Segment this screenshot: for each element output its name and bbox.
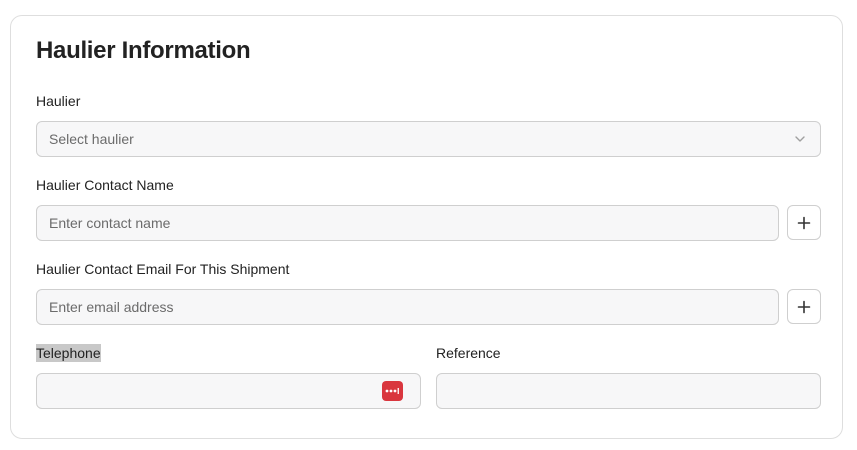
contact-email-placeholder: Enter email address bbox=[49, 299, 174, 315]
contact-name-placeholder: Enter contact name bbox=[49, 215, 171, 231]
telephone-label-text: Telephone bbox=[36, 344, 101, 362]
telephone-label: Telephone bbox=[36, 344, 101, 362]
add-contact-email-button[interactable] bbox=[787, 289, 821, 324]
contact-name-label: Haulier Contact Name bbox=[36, 177, 174, 193]
contact-email-input[interactable]: Enter email address bbox=[36, 289, 779, 325]
plus-icon bbox=[797, 300, 811, 313]
add-contact-name-button[interactable] bbox=[787, 205, 821, 240]
haulier-information-card: Haulier Information Haulier Select hauli… bbox=[10, 15, 843, 439]
telephone-input[interactable] bbox=[36, 373, 421, 409]
dots-glyph bbox=[385, 388, 399, 394]
contact-name-input[interactable]: Enter contact name bbox=[36, 205, 779, 241]
section-title: Haulier Information bbox=[36, 37, 251, 64]
reference-label: Reference bbox=[436, 345, 501, 361]
reference-input[interactable] bbox=[436, 373, 821, 409]
plus-icon bbox=[797, 216, 811, 229]
contact-email-label: Haulier Contact Email For This Shipment bbox=[36, 261, 290, 277]
haulier-select-placeholder: Select haulier bbox=[49, 131, 134, 147]
password-manager-icon[interactable] bbox=[382, 381, 403, 401]
haulier-label: Haulier bbox=[36, 93, 81, 109]
haulier-select[interactable]: Select haulier bbox=[36, 121, 821, 157]
chevron-down-icon bbox=[795, 136, 805, 142]
